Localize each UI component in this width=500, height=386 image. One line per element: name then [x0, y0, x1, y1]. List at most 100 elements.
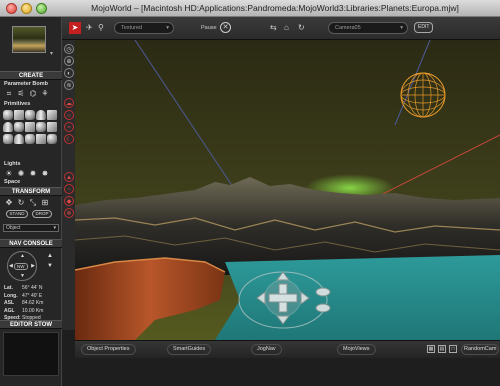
haze-tab-icon[interactable]: ≈: [64, 122, 74, 132]
refresh-view-icon[interactable]: ↻: [298, 22, 305, 34]
terrain-tab-icon[interactable]: ▲: [64, 172, 74, 182]
jog-zoom-in-icon[interactable]: [315, 287, 331, 297]
altitude-up-icon[interactable]: ▲: [44, 251, 56, 261]
snapshot-camera-icon[interactable]: ⌂: [284, 22, 289, 34]
wireframe-sphere[interactable]: [400, 72, 446, 118]
align-icon[interactable]: ⊞: [40, 198, 50, 207]
camera-select-value: Camera05: [335, 25, 361, 31]
cloud-tab-icon[interactable]: ☁: [64, 98, 74, 108]
water-tab-icon[interactable]: ~: [64, 184, 74, 194]
nav-console-header[interactable]: NAV CONSOLE: [0, 239, 62, 248]
cylinder-primitive-icon[interactable]: [3, 122, 13, 132]
chevron-down-icon: ▾: [400, 25, 403, 31]
layout-single-icon[interactable]: □: [449, 345, 457, 353]
close-window-button[interactable]: [6, 3, 17, 14]
pyramid-primitive-icon[interactable]: [47, 110, 57, 120]
ring-primitive-icon[interactable]: [47, 134, 57, 144]
snow-tab-icon[interactable]: ❄: [64, 208, 74, 218]
wedge-primitive-icon[interactable]: [47, 122, 57, 132]
rock-tab-icon[interactable]: ◆: [64, 196, 74, 206]
pause-icon[interactable]: ✕: [220, 22, 231, 33]
random-cam-button[interactable]: RandomCam: [461, 344, 499, 355]
walk-tool-icon[interactable]: ✈: [86, 22, 93, 34]
thumbnail-menu-icon[interactable]: ▾: [50, 50, 53, 57]
nav-right-arrow-icon[interactable]: ▶: [31, 263, 35, 269]
create-header[interactable]: CREATE: [0, 71, 62, 80]
cube-primitive-icon[interactable]: [14, 110, 24, 120]
camera-select[interactable]: Camera05 ▾: [328, 22, 408, 34]
primitives-label: Primitives: [4, 101, 31, 107]
nav-down-arrow-icon[interactable]: ▼: [20, 273, 25, 279]
capsule-primitive-icon[interactable]: [14, 122, 24, 132]
nav-compass-panel: ▲ ◀ NW ▶ ▼ ▲ ▼: [3, 251, 59, 281]
space-label: Space: [4, 179, 21, 185]
slab-primitive-icon[interactable]: [25, 122, 35, 132]
smart-guides-button[interactable]: SmartGuides: [167, 344, 212, 355]
altitude-arrows: ▲ ▼: [44, 251, 56, 271]
moon-tab-icon[interactable]: ☾: [64, 134, 74, 144]
object-properties-button[interactable]: Object Properties: [81, 344, 136, 355]
nav-left-arrow-icon[interactable]: ◀: [9, 263, 13, 269]
minimize-window-button[interactable]: [21, 3, 32, 14]
fly-tool-icon[interactable]: ⚲: [98, 22, 104, 34]
title-bar: MojoWorld – [Macintosh HD:Applications:P…: [0, 0, 500, 17]
vertical-tab-strip: ◷ ⊕ ◐ ≋ ☁ ☼ ≈ ☾ ▲ ~ ◆ ❄: [62, 40, 75, 330]
rock-primitive-icon[interactable]: [3, 134, 13, 144]
spot-light-icon[interactable]: ✺: [16, 169, 26, 178]
bottom-spacer: [62, 358, 500, 386]
nav-row-long: Long. 47° 40' E: [4, 292, 43, 299]
sphere-primitive-icon[interactable]: [3, 110, 13, 120]
editor-stow-area[interactable]: [3, 332, 59, 376]
transform-header[interactable]: TRANSFORM: [0, 187, 62, 196]
altitude-down-icon[interactable]: ▼: [44, 261, 56, 271]
transform-row: ✥ ↻ ⤡ ⊞: [4, 198, 50, 207]
plane-primitive-icon[interactable]: [36, 134, 46, 144]
blob-primitive-icon[interactable]: [25, 134, 35, 144]
jog-zoom-out-icon[interactable]: [315, 303, 331, 313]
torus-primitive-icon[interactable]: [25, 110, 35, 120]
nav-mode-label: NW: [14, 263, 28, 270]
rotate-icon[interactable]: ↻: [16, 198, 26, 207]
editor-stow-header[interactable]: EDITOR STOW: [0, 320, 62, 329]
bomb-icon-1[interactable]: ⌗: [4, 89, 14, 98]
spike-primitive-icon[interactable]: [14, 134, 24, 144]
stand-button[interactable]: STAND: [6, 210, 28, 218]
edit-camera-button[interactable]: EDIT: [414, 22, 434, 33]
mojo-views-button[interactable]: MojoViews: [337, 344, 376, 355]
jog-nav-button[interactable]: JogNav: [251, 344, 282, 355]
nav-compass[interactable]: ▲ ◀ NW ▶ ▼: [7, 251, 37, 281]
clock-tab-icon[interactable]: ◷: [64, 44, 74, 54]
planet-thumbnail[interactable]: [12, 26, 46, 53]
scale-icon[interactable]: ⤡: [28, 198, 38, 207]
left-sidebar: ▾ CREATE Parameter Bomb ⌗ ⚟ ⌬ ⚘ Primitiv…: [0, 17, 62, 386]
disc-primitive-icon[interactable]: [36, 122, 46, 132]
bomb-icon-2[interactable]: ⚟: [16, 89, 26, 98]
nav-row-asl: ASL 84.62 Km: [4, 300, 44, 306]
area-light-icon[interactable]: ✸: [40, 169, 50, 178]
render-mode-select[interactable]: Textured ▾: [114, 22, 174, 34]
layers-tab-icon[interactable]: ≋: [64, 80, 74, 90]
window-title: MojoWorld – [Macintosh HD:Applications:P…: [91, 3, 459, 13]
scene-canvas[interactable]: [75, 40, 500, 340]
planet-tab-icon[interactable]: ◐: [64, 68, 74, 78]
bomb-icon-3[interactable]: ⌬: [28, 89, 38, 98]
lights-label: Lights: [4, 161, 21, 167]
select-arrow-icon[interactable]: ➤: [69, 22, 81, 34]
move-icon[interactable]: ✥: [4, 198, 14, 207]
zoom-window-button[interactable]: [36, 3, 47, 14]
object-select[interactable]: Object ▾: [3, 224, 59, 232]
primitives-grid: [3, 110, 59, 144]
bomb-icon-4[interactable]: ⚘: [40, 89, 50, 98]
nav-up-arrow-icon[interactable]: ▲: [20, 253, 25, 259]
point-light-icon[interactable]: ✹: [28, 169, 38, 178]
layout-split-icon[interactable]: ▤: [438, 345, 446, 353]
globe-tab-icon[interactable]: ⊕: [64, 56, 74, 66]
reset-view-icon[interactable]: ⇆: [270, 22, 277, 34]
layout-grid-icon[interactable]: ▦: [427, 345, 435, 353]
sun-tab-icon[interactable]: ☼: [64, 110, 74, 120]
render-viewport[interactable]: [75, 40, 500, 340]
cone-primitive-icon[interactable]: [36, 110, 46, 120]
nav-row-lat: Lat. 56° 44' N: [4, 285, 43, 291]
sun-light-icon[interactable]: ☀: [4, 169, 14, 178]
drop-button[interactable]: DROP: [32, 210, 52, 218]
